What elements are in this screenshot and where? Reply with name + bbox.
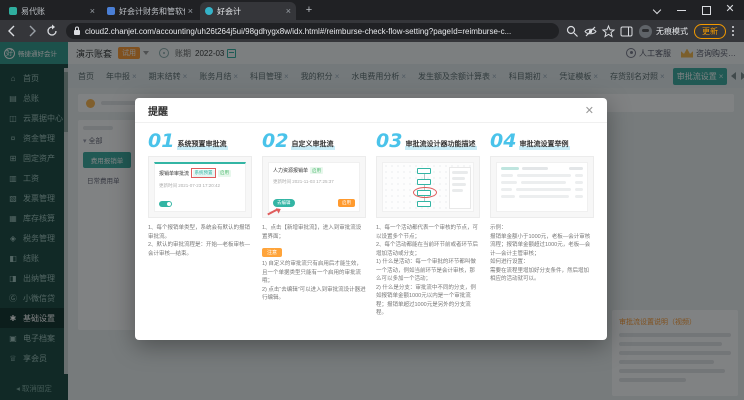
- flow-node: [417, 201, 431, 207]
- step-3-screenshot: [376, 156, 480, 218]
- address-bar[interactable]: cloud2.chanjet.com/accounting/uh26t264j5…: [66, 23, 559, 39]
- step-1-number: 01: [148, 133, 174, 150]
- step-3-title: 审批流设计器功能描述: [405, 140, 477, 150]
- note-badge: 注意: [262, 248, 282, 257]
- annotation-arrow-icon: [265, 206, 281, 218]
- step-2-title: 自定义审批流: [291, 140, 335, 150]
- browser-menu-icon[interactable]: [728, 23, 738, 39]
- incognito-label: 无痕模式: [656, 26, 688, 37]
- window-maximize-button[interactable]: [696, 0, 716, 20]
- step-2-description-1: 1、点击【新增审批流】，进入到审批流设置界面；: [262, 224, 366, 241]
- bookmark-star-icon[interactable]: [601, 24, 616, 39]
- browser-tab-active[interactable]: 好会计 ×: [200, 2, 296, 20]
- annotation-circle-icon: [413, 187, 437, 198]
- browser-tab-1[interactable]: 易代账 ×: [4, 2, 100, 20]
- modal-body: 01 系统预置审批流 报销单审批流 系统预置 启用 更新时间 2021-07-2…: [135, 123, 607, 328]
- favicon: [107, 7, 115, 15]
- url-text: cloud2.chanjet.com/accounting/uh26t264j5…: [85, 27, 511, 36]
- step-3-number: 03: [376, 133, 402, 150]
- step-4-title: 审批流设置举例: [519, 140, 570, 150]
- modal-header: 提醒 ✕: [135, 98, 607, 123]
- step-3-description: 1、每一个活动都代表一个审核的节点，可以设置多个节点； 2、每个活动都能在当前环…: [376, 224, 480, 318]
- modal-close-icon[interactable]: ✕: [585, 104, 594, 117]
- modal-title: 提醒: [148, 103, 168, 118]
- tab-title: 好会计财务和管软件购买价格及...: [119, 6, 185, 17]
- browser-tabstrip: 易代账 × 好会计财务和管软件购买价格及... × 好会计 × + ✕: [0, 0, 744, 20]
- reload-icon[interactable]: [44, 23, 60, 39]
- browser-tab-2[interactable]: 好会计财务和管软件购买价格及... ×: [102, 2, 198, 20]
- new-tab-button[interactable]: +: [302, 4, 316, 18]
- find-icon[interactable]: [565, 24, 580, 39]
- window-minimize-button[interactable]: [672, 0, 692, 20]
- step-2-screenshot: 人力资源报销单 启用 更新时间 2021-11-03 17:25:37 去编辑 …: [262, 156, 366, 218]
- window-close-button[interactable]: ✕: [720, 0, 740, 20]
- step-2-description-2: 1) 自定义的审批流只有启用后才能生效，且一个单据类型只能有一个启用的审批流哦；…: [262, 260, 366, 303]
- screen: 易代账 × 好会计财务和管软件购买价格及... × 好会计 × + ✕: [0, 0, 744, 400]
- tab-search-chevron-icon[interactable]: [648, 0, 668, 20]
- step-4-screenshot: [490, 156, 594, 218]
- lock-icon: [73, 26, 81, 36]
- node-properties-pane: [449, 167, 471, 209]
- step-2-number: 02: [262, 133, 288, 150]
- forward-icon[interactable]: [24, 23, 40, 39]
- back-icon[interactable]: [4, 23, 20, 39]
- step-1-title: 系统预置审批流: [177, 140, 228, 150]
- tab-title: 易代账: [21, 6, 87, 17]
- step-2: 02 自定义审批流 人力资源报销单 启用 更新时间 2021-11-03 17:…: [262, 133, 366, 318]
- tab-close-icon[interactable]: ×: [90, 6, 95, 16]
- tab-title: 好会计: [217, 6, 283, 17]
- step-4: 04 审批流设置举例: [490, 133, 594, 318]
- favicon: [205, 7, 213, 15]
- browser-toolbar: cloud2.chanjet.com/accounting/uh26t264j5…: [0, 20, 744, 42]
- enable-toggle: [159, 201, 172, 207]
- tab-close-icon[interactable]: ×: [286, 6, 291, 16]
- enable-button: 启用: [338, 199, 355, 207]
- flow-designer-canvas: [382, 162, 474, 212]
- favicon: [9, 7, 17, 15]
- step-4-description: 示例： 报销单金额小于1000元，老板—会计审核流程；报销单金额超过1000元，…: [490, 224, 594, 284]
- tab-close-icon[interactable]: ×: [188, 6, 193, 16]
- eye-off-icon[interactable]: [583, 24, 598, 39]
- side-panel-icon[interactable]: [619, 24, 634, 39]
- step-1: 01 系统预置审批流 报销单审批流 系统预置 启用 更新时间 2021-07-2…: [148, 133, 252, 318]
- step-1-description: 1、每个报销单类型，系统会有默认的报销审批流。 2、默认的审批流程是：开始—老板…: [148, 224, 252, 258]
- step-1-screenshot: 报销单审批流 系统预置 启用 更新时间 2021-07-23 17:20:42: [148, 156, 252, 218]
- incognito-avatar[interactable]: [639, 25, 652, 38]
- reminder-modal: 提醒 ✕ 01 系统预置审批流 报销单审批流 系统预置 启用: [135, 98, 607, 340]
- step-4-number: 04: [490, 133, 516, 150]
- step-3: 03 审批流设计器功能描述: [376, 133, 480, 318]
- chrome-update-button[interactable]: 更新: [694, 24, 726, 39]
- highlight-red-box: 系统预置: [191, 168, 216, 178]
- settings-list-mini: [496, 162, 588, 212]
